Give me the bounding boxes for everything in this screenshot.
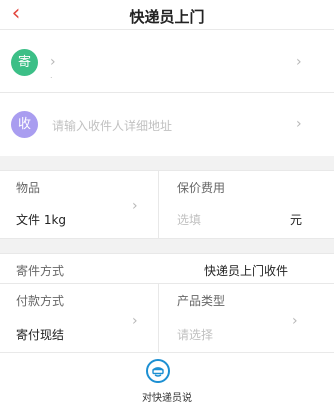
nav-bar: ‹ 快递员上门 <box>0 0 334 30</box>
insured-input[interactable]: 选填 <box>177 211 201 228</box>
sender-dot: . <box>50 71 53 80</box>
receiver-address-placeholder[interactable]: 请输入收件人详细地址 <box>52 117 172 134</box>
chevron-right-icon: › <box>50 54 56 70</box>
payment-product-block: 付款方式 寄付现结 › 产品类型 请选择 › <box>0 284 334 352</box>
chevron-right-icon: › <box>132 313 138 329</box>
sender-address-row[interactable]: 寄 › . › <box>0 31 334 92</box>
chevron-right-icon: › <box>296 54 302 70</box>
product-type-label: 产品类型 <box>177 294 226 308</box>
chevron-right-icon: › <box>132 198 138 214</box>
item-label: 物品 <box>16 181 41 195</box>
product-type-placeholder: 请选择 <box>177 328 214 342</box>
item-cell[interactable]: 物品 文件 1kg › <box>0 171 158 239</box>
payment-value: 寄付现结 <box>16 328 65 342</box>
section-gap <box>0 239 334 253</box>
courier-chat-button[interactable] <box>146 359 170 383</box>
page-title: 快递员上门 <box>129 8 205 26</box>
item-value: 文件 1kg <box>16 213 67 227</box>
product-type-cell[interactable]: 产品类型 请选择 › <box>159 284 334 352</box>
send-method-value: 快递员上门收件 <box>204 264 289 278</box>
send-method-row[interactable]: 寄件方式 快递员上门收件 <box>0 253 334 283</box>
chevron-right-icon: › <box>296 116 302 132</box>
chevron-right-icon: › <box>292 313 298 329</box>
item-insured-block: 物品 文件 1kg › 保价费用 选填 元 <box>0 170 334 239</box>
courier-chat-label[interactable]: 对快递员说 <box>0 389 334 404</box>
bottom-bar: 对快递员说 <box>0 352 334 408</box>
send-method-label: 寄件方式 <box>16 264 65 278</box>
insured-label: 保价费用 <box>177 181 226 195</box>
receiver-address-row[interactable]: 收 请输入收件人详细地址 › <box>0 93 334 156</box>
courier-chat-icon <box>152 367 164 377</box>
payment-label: 付款方式 <box>16 294 65 308</box>
payment-cell[interactable]: 付款方式 寄付现结 › <box>0 284 158 352</box>
receiver-badge: 收 <box>11 111 38 138</box>
insured-unit: 元 <box>290 213 303 227</box>
section-gap <box>0 156 334 170</box>
sender-badge: 寄 <box>11 49 38 76</box>
insured-cell: 保价费用 选填 元 <box>159 171 334 239</box>
